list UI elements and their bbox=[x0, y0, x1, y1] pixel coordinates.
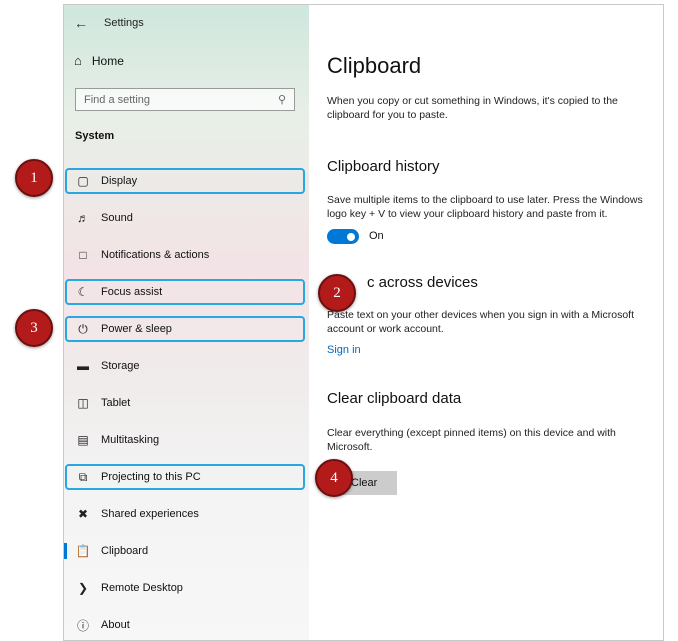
home-icon: ⌂ bbox=[74, 53, 82, 68]
sidebar-item-remote-desktop[interactable]: ❯ Remote Desktop bbox=[64, 573, 309, 603]
sidebar-item-sound[interactable]: ♬ Sound bbox=[64, 203, 309, 233]
sidebar-item-storage[interactable]: ▬ Storage bbox=[64, 351, 309, 381]
highlight-box-focus-assist bbox=[65, 279, 305, 305]
step-badge-1: 1 bbox=[15, 159, 53, 197]
sign-in-link[interactable]: Sign in bbox=[327, 344, 361, 356]
sidebar-item-label: Clipboard bbox=[101, 545, 149, 557]
sidebar-item-shared-experiences[interactable]: ✖ Shared experiences bbox=[64, 499, 309, 529]
settings-window: ← Settings ⌂ Home Find a setting ⚲ Syste… bbox=[63, 4, 664, 641]
sidebar-item-tablet[interactable]: ◫ Tablet bbox=[64, 388, 309, 418]
step-badge-3: 3 bbox=[15, 309, 53, 347]
page-title: Clipboard bbox=[327, 53, 422, 78]
title-bar: ← Settings bbox=[74, 13, 144, 33]
highlight-box-display bbox=[65, 168, 305, 194]
toggle-label: On bbox=[369, 230, 384, 242]
sidebar-item-multitasking[interactable]: ▤ Multitasking bbox=[64, 425, 309, 455]
sidebar-item-label: Tablet bbox=[101, 397, 131, 409]
sidebar: ← Settings ⌂ Home Find a setting ⚲ Syste… bbox=[64, 5, 309, 640]
sync-heading: c across devices bbox=[367, 274, 478, 291]
clear-heading: Clear clipboard data bbox=[327, 390, 462, 407]
sidebar-item-label: Storage bbox=[101, 360, 140, 372]
back-arrow-icon[interactable]: ← bbox=[74, 15, 88, 31]
sidebar-item-label: Notifications & actions bbox=[101, 249, 210, 261]
history-description: Save multiple items to the clipboard to … bbox=[327, 194, 643, 220]
toggle-knob bbox=[347, 232, 355, 241]
remote-desktop-icon: ❯ bbox=[77, 581, 89, 595]
info-icon: ⓘ bbox=[76, 618, 89, 633]
clear-description: Clear everything (except pinned items) o… bbox=[327, 427, 616, 453]
search-icon: ⚲ bbox=[277, 94, 286, 106]
step-badge-4: 4 bbox=[315, 459, 353, 497]
section-title: System bbox=[75, 130, 115, 142]
window-title: Settings bbox=[104, 17, 144, 29]
home-link[interactable]: ⌂ Home bbox=[74, 53, 124, 68]
shared-experiences-icon: ✖ bbox=[77, 507, 89, 521]
highlight-box-power-sleep bbox=[65, 316, 305, 342]
search-input[interactable]: Find a setting ⚲ bbox=[75, 88, 295, 111]
sidebar-item-label: Remote Desktop bbox=[101, 582, 183, 594]
history-heading: Clipboard history bbox=[327, 158, 440, 175]
intro-text: When you copy or cut something in Window… bbox=[327, 95, 618, 121]
sidebar-item-label: Shared experiences bbox=[101, 508, 199, 520]
highlight-box-projecting bbox=[65, 464, 305, 490]
multitasking-icon: ▤ bbox=[77, 433, 89, 447]
tablet-icon: ◫ bbox=[77, 396, 89, 410]
active-indicator bbox=[64, 543, 67, 559]
sidebar-item-clipboard[interactable]: 📋 Clipboard bbox=[64, 536, 309, 566]
step-badge-2: 2 bbox=[318, 274, 356, 312]
sidebar-item-notifications[interactable]: □ Notifications & actions bbox=[64, 240, 309, 270]
speaker-icon: ♬ bbox=[77, 211, 89, 225]
clipboard-icon: 📋 bbox=[75, 544, 91, 558]
sidebar-item-label: Sound bbox=[101, 212, 133, 224]
sidebar-item-label: Multitasking bbox=[101, 434, 160, 446]
sidebar-item-about[interactable]: ⓘ About bbox=[64, 610, 309, 640]
clipboard-history-toggle[interactable] bbox=[327, 229, 359, 244]
sidebar-item-label: About bbox=[101, 619, 130, 631]
notification-icon: □ bbox=[79, 248, 87, 262]
storage-icon: ▬ bbox=[77, 359, 89, 373]
sync-description: Paste text on your other devices when yo… bbox=[327, 309, 634, 335]
home-label: Home bbox=[91, 53, 124, 68]
search-placeholder: Find a setting bbox=[84, 93, 151, 106]
